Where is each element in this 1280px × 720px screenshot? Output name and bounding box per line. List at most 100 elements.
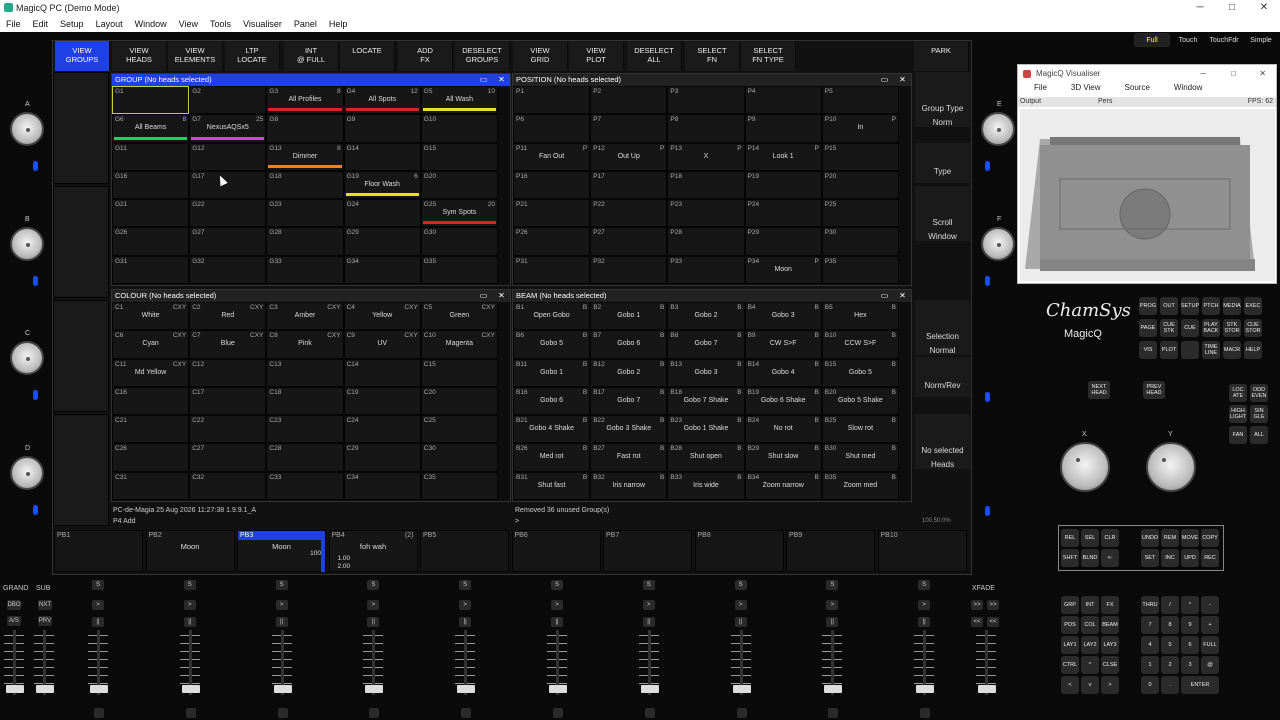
- grid-cell-p23[interactable]: P23: [667, 199, 745, 228]
- grid-cell-g24[interactable]: G24: [343, 199, 421, 228]
- grid-cell-p8[interactable]: P8: [667, 114, 745, 143]
- numpad-key-x[interactable]: ^: [1081, 656, 1099, 674]
- playback-pb6[interactable]: PB6: [511, 530, 601, 572]
- grid-cell-c15[interactable]: C15: [420, 358, 498, 387]
- grid-cell-g8[interactable]: G8: [266, 114, 344, 143]
- playback-pb8[interactable]: PB8: [694, 530, 784, 572]
- grid-cell-b3[interactable]: B3 B Gobo 2: [667, 302, 745, 331]
- prev-head-button[interactable]: PREV HEAD: [1143, 381, 1165, 399]
- fader-handle[interactable]: [732, 685, 751, 693]
- encoder-f[interactable]: [981, 227, 1015, 261]
- numpad-key-2[interactable]: 2: [1161, 656, 1179, 674]
- grid-cell-c14[interactable]: C14: [343, 358, 421, 387]
- window-close-icon[interactable]: ✕: [497, 291, 506, 300]
- fader-handle[interactable]: [90, 685, 108, 693]
- grid-cell-c9[interactable]: C9 CXY UV: [343, 330, 421, 359]
- edit-button-rem[interactable]: REM: [1161, 529, 1179, 547]
- numpad-key-lay2[interactable]: LAY2: [1081, 636, 1099, 654]
- grid-cell-b35[interactable]: B35 B Zoom med: [821, 471, 899, 500]
- visualiser-minimize-icon[interactable]: ─: [1200, 65, 1206, 83]
- numpad-key-x[interactable]: +: [1201, 616, 1219, 634]
- grid-cell-g1[interactable]: G1: [112, 86, 190, 115]
- grid-cell-g4[interactable]: G4 12 All Spots: [343, 86, 421, 115]
- grid-cell-c8[interactable]: C8 CXY Pink: [266, 330, 344, 359]
- panel-button-cue-stor[interactable]: CUE STOR: [1244, 319, 1262, 337]
- visualiser-menu-3d-view[interactable]: 3D View: [1071, 83, 1101, 97]
- grid-cell-b18[interactable]: B18 B Gobo 7 Shake: [667, 386, 745, 416]
- grid-cell-g27[interactable]: G27: [189, 227, 267, 256]
- grid-cell-b17[interactable]: B17 B Gobo 7: [590, 386, 668, 416]
- edit-button-rel[interactable]: REL: [1061, 529, 1079, 547]
- fader-handle[interactable]: [36, 685, 54, 693]
- panel-button-cue[interactable]: CUE: [1181, 319, 1199, 337]
- grid-cell-b26[interactable]: B26 B Med rot: [513, 443, 591, 472]
- numpad-key-lay3[interactable]: LAY3: [1101, 636, 1119, 654]
- fader-s-button[interactable]: S: [642, 580, 655, 590]
- numpad-key-9[interactable]: 9: [1181, 616, 1199, 634]
- grid-cell-b33[interactable]: B33 B Iris wide: [667, 471, 745, 500]
- playback-pb3[interactable]: PB3 Moon 100: [237, 530, 326, 572]
- grid-cell-g7[interactable]: G7 25 NexusAQSx5: [189, 114, 267, 143]
- visualiser-maximize-icon[interactable]: □: [1231, 65, 1236, 83]
- fader-handle[interactable]: [824, 685, 843, 693]
- panel-button-media[interactable]: MEDIA: [1223, 297, 1241, 315]
- numpad-key-int[interactable]: INT: [1081, 596, 1099, 614]
- grid-cell-g34[interactable]: G34: [343, 255, 421, 284]
- fader-go-button[interactable]: >: [826, 600, 839, 610]
- grid-cell-g13[interactable]: G13 8 Dimmer: [266, 142, 344, 171]
- grid-cell-c29[interactable]: C29: [343, 443, 421, 472]
- left-panel-c[interactable]: [53, 300, 109, 412]
- panel-button-stk-stor[interactable]: STK STOR: [1223, 319, 1241, 337]
- grid-cell-c34[interactable]: C34: [343, 471, 421, 500]
- encoder-a[interactable]: [10, 112, 44, 146]
- numpad-key-grp[interactable]: GRP: [1061, 596, 1079, 614]
- fader-handle[interactable]: [549, 685, 567, 693]
- playback-pb1[interactable]: PB1: [54, 530, 143, 572]
- side-button-fan[interactable]: FAN: [1229, 426, 1247, 444]
- top-button-select-fn-type[interactable]: SELECT FN TYPE: [741, 41, 796, 71]
- top-button-view-elements[interactable]: VIEW ELEMENTS: [168, 41, 223, 71]
- grid-cell-p9[interactable]: P9: [744, 114, 822, 143]
- grid-cell-g31[interactable]: G31: [112, 255, 190, 284]
- fader-s-button[interactable]: S: [918, 580, 931, 590]
- numpad-key-fx[interactable]: FX: [1101, 596, 1119, 614]
- grid-cell-b27[interactable]: B27 B Fast rot: [590, 443, 668, 472]
- grid-cell-b25[interactable]: B25 B Slow rot: [821, 415, 899, 444]
- grid-cell-g21[interactable]: G21: [112, 199, 190, 228]
- top-button-locate[interactable]: LOCATE: [340, 41, 395, 71]
- playback-pb10[interactable]: PB10: [877, 530, 967, 572]
- grid-cell-c24[interactable]: C24: [343, 415, 421, 444]
- fader-go-button[interactable]: >: [918, 600, 931, 610]
- close-button[interactable]: ✕: [1249, 0, 1279, 16]
- grid-cell-b13[interactable]: B13 B Gobo 3: [667, 358, 745, 387]
- fader-pause-button[interactable]: ||: [367, 617, 380, 627]
- panel-button-out[interactable]: OUT: [1160, 297, 1178, 315]
- grid-cell-c28[interactable]: C28: [266, 443, 344, 472]
- numpad-key-x[interactable]: *: [1181, 596, 1199, 614]
- grid-cell-c17[interactable]: C17: [189, 386, 267, 416]
- top-button-deselect-all[interactable]: DESELECT ALL: [627, 41, 682, 71]
- top-button-view-groups[interactable]: VIEW GROUPS: [55, 41, 110, 71]
- panel-button-ptch[interactable]: PTCH: [1202, 297, 1220, 315]
- grid-cell-c20[interactable]: C20: [420, 386, 498, 416]
- numpad-key-x[interactable]: .: [1161, 676, 1179, 694]
- right-button-2[interactable]: Scroll Window: [915, 186, 970, 241]
- fader-handle[interactable]: [640, 685, 659, 693]
- grid-cell-p6[interactable]: P6: [513, 114, 591, 143]
- panel-button-help[interactable]: HELP: [1244, 341, 1262, 359]
- fader-go-button[interactable]: >: [92, 600, 104, 610]
- playback-pb4[interactable]: PB4 (2) foh wah 1.00 2.00: [328, 530, 418, 572]
- playback-pb2[interactable]: PB2 Moon: [145, 530, 235, 572]
- fader-go-button[interactable]: >: [551, 600, 563, 610]
- top-button-park[interactable]: PARK: [914, 41, 969, 71]
- panel-button-play-back[interactable]: PLAY BACK: [1202, 319, 1220, 337]
- numpad-key-clse[interactable]: CLSE: [1101, 656, 1119, 674]
- numpad-key-pos[interactable]: POS: [1061, 616, 1079, 634]
- grid-cell-c18[interactable]: C18: [266, 386, 344, 416]
- numpad-key-4[interactable]: 4: [1141, 636, 1159, 654]
- grid-cell-b31[interactable]: B31 B Shut fast: [513, 471, 591, 500]
- panel-button-setup[interactable]: SETUP: [1181, 297, 1199, 315]
- fader-pause-button[interactable]: ||: [183, 617, 196, 627]
- visualiser-close-icon[interactable]: ✕: [1259, 65, 1266, 83]
- edit-button-move[interactable]: MOVE: [1181, 529, 1199, 547]
